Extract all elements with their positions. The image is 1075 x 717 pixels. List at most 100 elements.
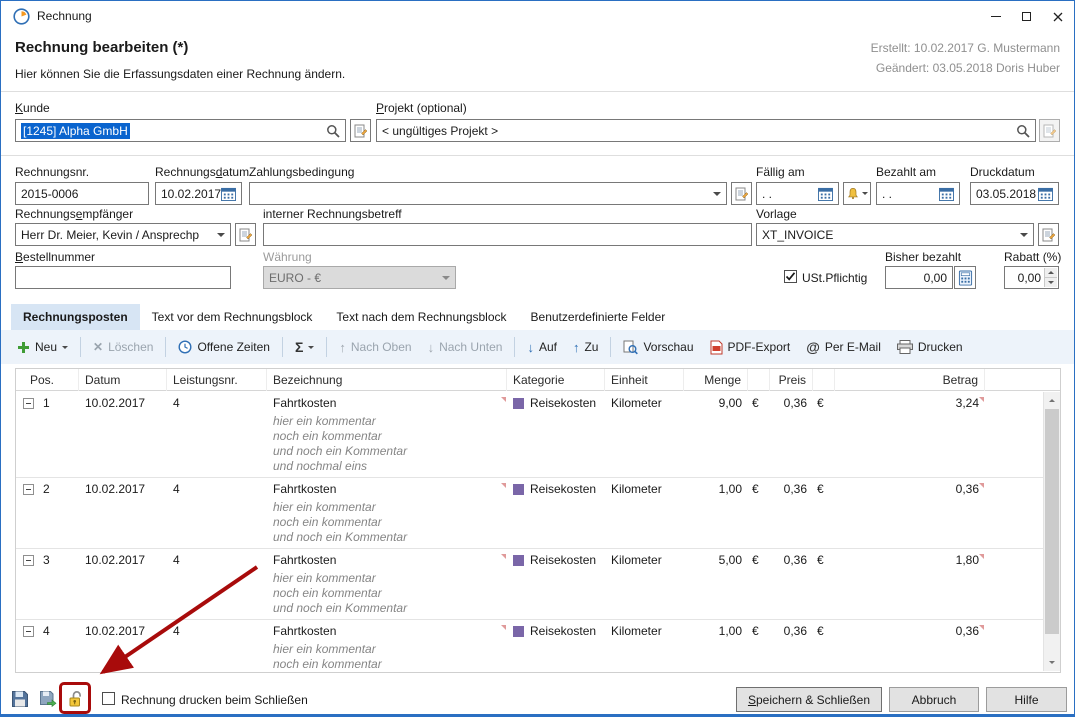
table-header: Pos. Datum Leistungsnr. Bezeichnung Kate… xyxy=(16,369,1060,391)
druckdatum-input[interactable]: 03.05.2018 xyxy=(970,182,1059,205)
cell-pos: 3 xyxy=(16,549,79,571)
rabatt-spinner[interactable] xyxy=(1044,268,1057,287)
chevron-down-icon[interactable] xyxy=(62,346,68,349)
vertical-scrollbar[interactable] xyxy=(1043,392,1060,671)
col-menge[interactable]: Menge xyxy=(684,369,748,391)
category-color-icon xyxy=(513,626,524,637)
maximize-icon xyxy=(1022,12,1031,21)
rechnungsdatum-input[interactable]: 10.02.2017 xyxy=(155,182,242,205)
interner-betreff-label: interner Rechnungsbetreff xyxy=(263,207,402,221)
summe-button[interactable]: Σ xyxy=(287,334,322,360)
vorschau-button[interactable]: Vorschau xyxy=(615,334,701,360)
zahlungsbedingung-select[interactable] xyxy=(249,182,727,205)
collapse-icon[interactable] xyxy=(23,398,34,409)
minimize-button[interactable] xyxy=(980,1,1011,32)
projekt-search-icon[interactable] xyxy=(1016,124,1030,138)
rechnungsnr-input[interactable]: 2015-0006 xyxy=(15,182,149,205)
projekt-label: Projekt (optional) xyxy=(376,101,467,115)
zahlungsbedingung-edit-button[interactable] xyxy=(731,182,752,205)
nach-oben-button[interactable]: ↑ Nach Oben xyxy=(331,334,419,360)
table-row[interactable]: 4 10.02.2017 4 Fahrtkosten Reisekosten K… xyxy=(16,619,1043,671)
col-datum[interactable]: Datum xyxy=(79,369,167,391)
expand-down-icon: ↓ xyxy=(527,340,534,355)
maximize-button[interactable] xyxy=(1011,1,1042,32)
col-preis[interactable]: Preis xyxy=(770,369,813,391)
calculator-button[interactable] xyxy=(954,266,976,289)
collapse-icon[interactable] xyxy=(23,626,34,637)
zu-button[interactable]: ↑ Zu xyxy=(565,334,607,360)
scroll-up-button[interactable] xyxy=(1044,392,1060,409)
vorlage-edit-button[interactable] xyxy=(1038,223,1059,246)
position-comment: hier ein kommentar xyxy=(16,414,1043,429)
bezahlt-am-input[interactable]: . . xyxy=(876,182,960,205)
projekt-input[interactable]: < ungültiges Projekt > xyxy=(376,119,1036,142)
auf-button[interactable]: ↓ Auf xyxy=(519,334,565,360)
offene-zeiten-button[interactable]: Offene Zeiten xyxy=(170,334,278,360)
col-betrag[interactable]: Betrag xyxy=(835,369,985,391)
window-controls xyxy=(980,1,1073,32)
scrollbar-thumb[interactable] xyxy=(1045,409,1059,634)
cell-leistungsnr: 4 xyxy=(167,392,267,414)
nach-oben-label: Nach Oben xyxy=(351,340,412,354)
scroll-down-button[interactable] xyxy=(1044,654,1060,671)
loeschen-button[interactable]: ✕ Löschen xyxy=(85,334,161,360)
tab-text-nach-rechnungsblock[interactable]: Text nach dem Rechnungsblock xyxy=(324,304,518,330)
help-button[interactable]: Hilfe xyxy=(986,687,1067,712)
col-leistungsnr[interactable]: Leistungsnr. xyxy=(167,369,267,391)
collapse-icon[interactable] xyxy=(23,555,34,566)
faellig-am-input[interactable]: . . xyxy=(756,182,839,205)
kunde-input[interactable]: [1245] Alpha GmbH xyxy=(15,119,346,142)
drucken-button[interactable]: Drucken xyxy=(889,334,971,360)
table-row[interactable]: 3 10.02.2017 4 Fahrtkosten Reisekosten K… xyxy=(16,548,1043,619)
rabatt-value: 0,00 xyxy=(1018,271,1041,285)
col-pos[interactable]: Pos. xyxy=(16,369,79,391)
bisher-bezahlt-input[interactable]: 0,00 xyxy=(885,266,953,289)
calendar-icon[interactable] xyxy=(1038,187,1053,201)
table-row[interactable]: 2 10.02.2017 4 Fahrtkosten Reisekosten K… xyxy=(16,477,1043,548)
tab-benutzerdefinierte-felder[interactable]: Benutzerdefinierte Felder xyxy=(519,304,678,330)
kunde-edit-button[interactable] xyxy=(350,119,371,142)
vorlage-select[interactable]: XT_INVOICE xyxy=(756,223,1034,246)
vorlage-value: XT_INVOICE xyxy=(762,228,833,242)
calendar-icon[interactable] xyxy=(221,187,236,201)
neu-button[interactable]: Neu xyxy=(9,334,76,360)
tab-text-vor-rechnungsblock[interactable]: Text vor dem Rechnungsblock xyxy=(140,304,325,330)
kunde-search-icon[interactable] xyxy=(326,124,340,138)
chevron-down-icon xyxy=(713,192,721,196)
position-comment: hier ein kommentar xyxy=(16,642,1043,657)
edit-icon xyxy=(735,187,749,201)
ust-pflichtig-checkbox[interactable] xyxy=(784,270,797,283)
save-button[interactable] xyxy=(8,687,32,711)
position-comment: hier ein kommentar xyxy=(16,571,1043,586)
spin-up-icon[interactable] xyxy=(1044,268,1057,277)
col-einheit[interactable]: Einheit xyxy=(605,369,684,391)
col-kategorie[interactable]: Kategorie xyxy=(507,369,605,391)
cancel-button[interactable]: Abbruch xyxy=(889,687,979,712)
pdf-export-button[interactable]: PDF-Export xyxy=(702,334,799,360)
reminder-button[interactable] xyxy=(843,182,871,205)
calendar-icon[interactable] xyxy=(818,187,833,201)
nach-unten-button[interactable]: ↓ Nach Unten xyxy=(420,334,511,360)
annotation-highlight xyxy=(59,682,91,714)
projekt-edit-button[interactable] xyxy=(1039,119,1060,142)
faellig-am-label: Fällig am xyxy=(756,165,805,179)
save-close-button[interactable]: Speichern & Schließen xyxy=(736,687,882,712)
rechnungsempfaenger-select[interactable]: Herr Dr. Meier, Kevin / Ansprechp xyxy=(15,223,231,246)
per-email-button[interactable]: @ Per E-Mail xyxy=(798,334,889,360)
calendar-icon[interactable] xyxy=(939,187,954,201)
cell-pos: 1 xyxy=(16,392,79,414)
chevron-down-icon[interactable] xyxy=(308,346,314,349)
rabatt-input[interactable]: 0,00 xyxy=(1004,266,1059,289)
spin-down-icon[interactable] xyxy=(1044,277,1057,287)
tab-rechnungsposten[interactable]: Rechnungsposten xyxy=(11,304,140,330)
position-comment: noch ein kommentar xyxy=(16,586,1043,601)
close-button[interactable] xyxy=(1042,1,1073,32)
table-row[interactable]: 1 10.02.2017 4 Fahrtkosten Reisekosten K… xyxy=(16,392,1043,477)
print-on-close-checkbox[interactable] xyxy=(102,692,115,705)
save-and-continue-button[interactable] xyxy=(36,687,60,711)
interner-betreff-input[interactable] xyxy=(263,223,752,246)
rechnungsempfaenger-edit-button[interactable] xyxy=(235,223,256,246)
bestellnummer-input[interactable] xyxy=(15,266,231,289)
collapse-icon[interactable] xyxy=(23,484,34,495)
col-bezeichnung[interactable]: Bezeichnung xyxy=(267,369,507,391)
